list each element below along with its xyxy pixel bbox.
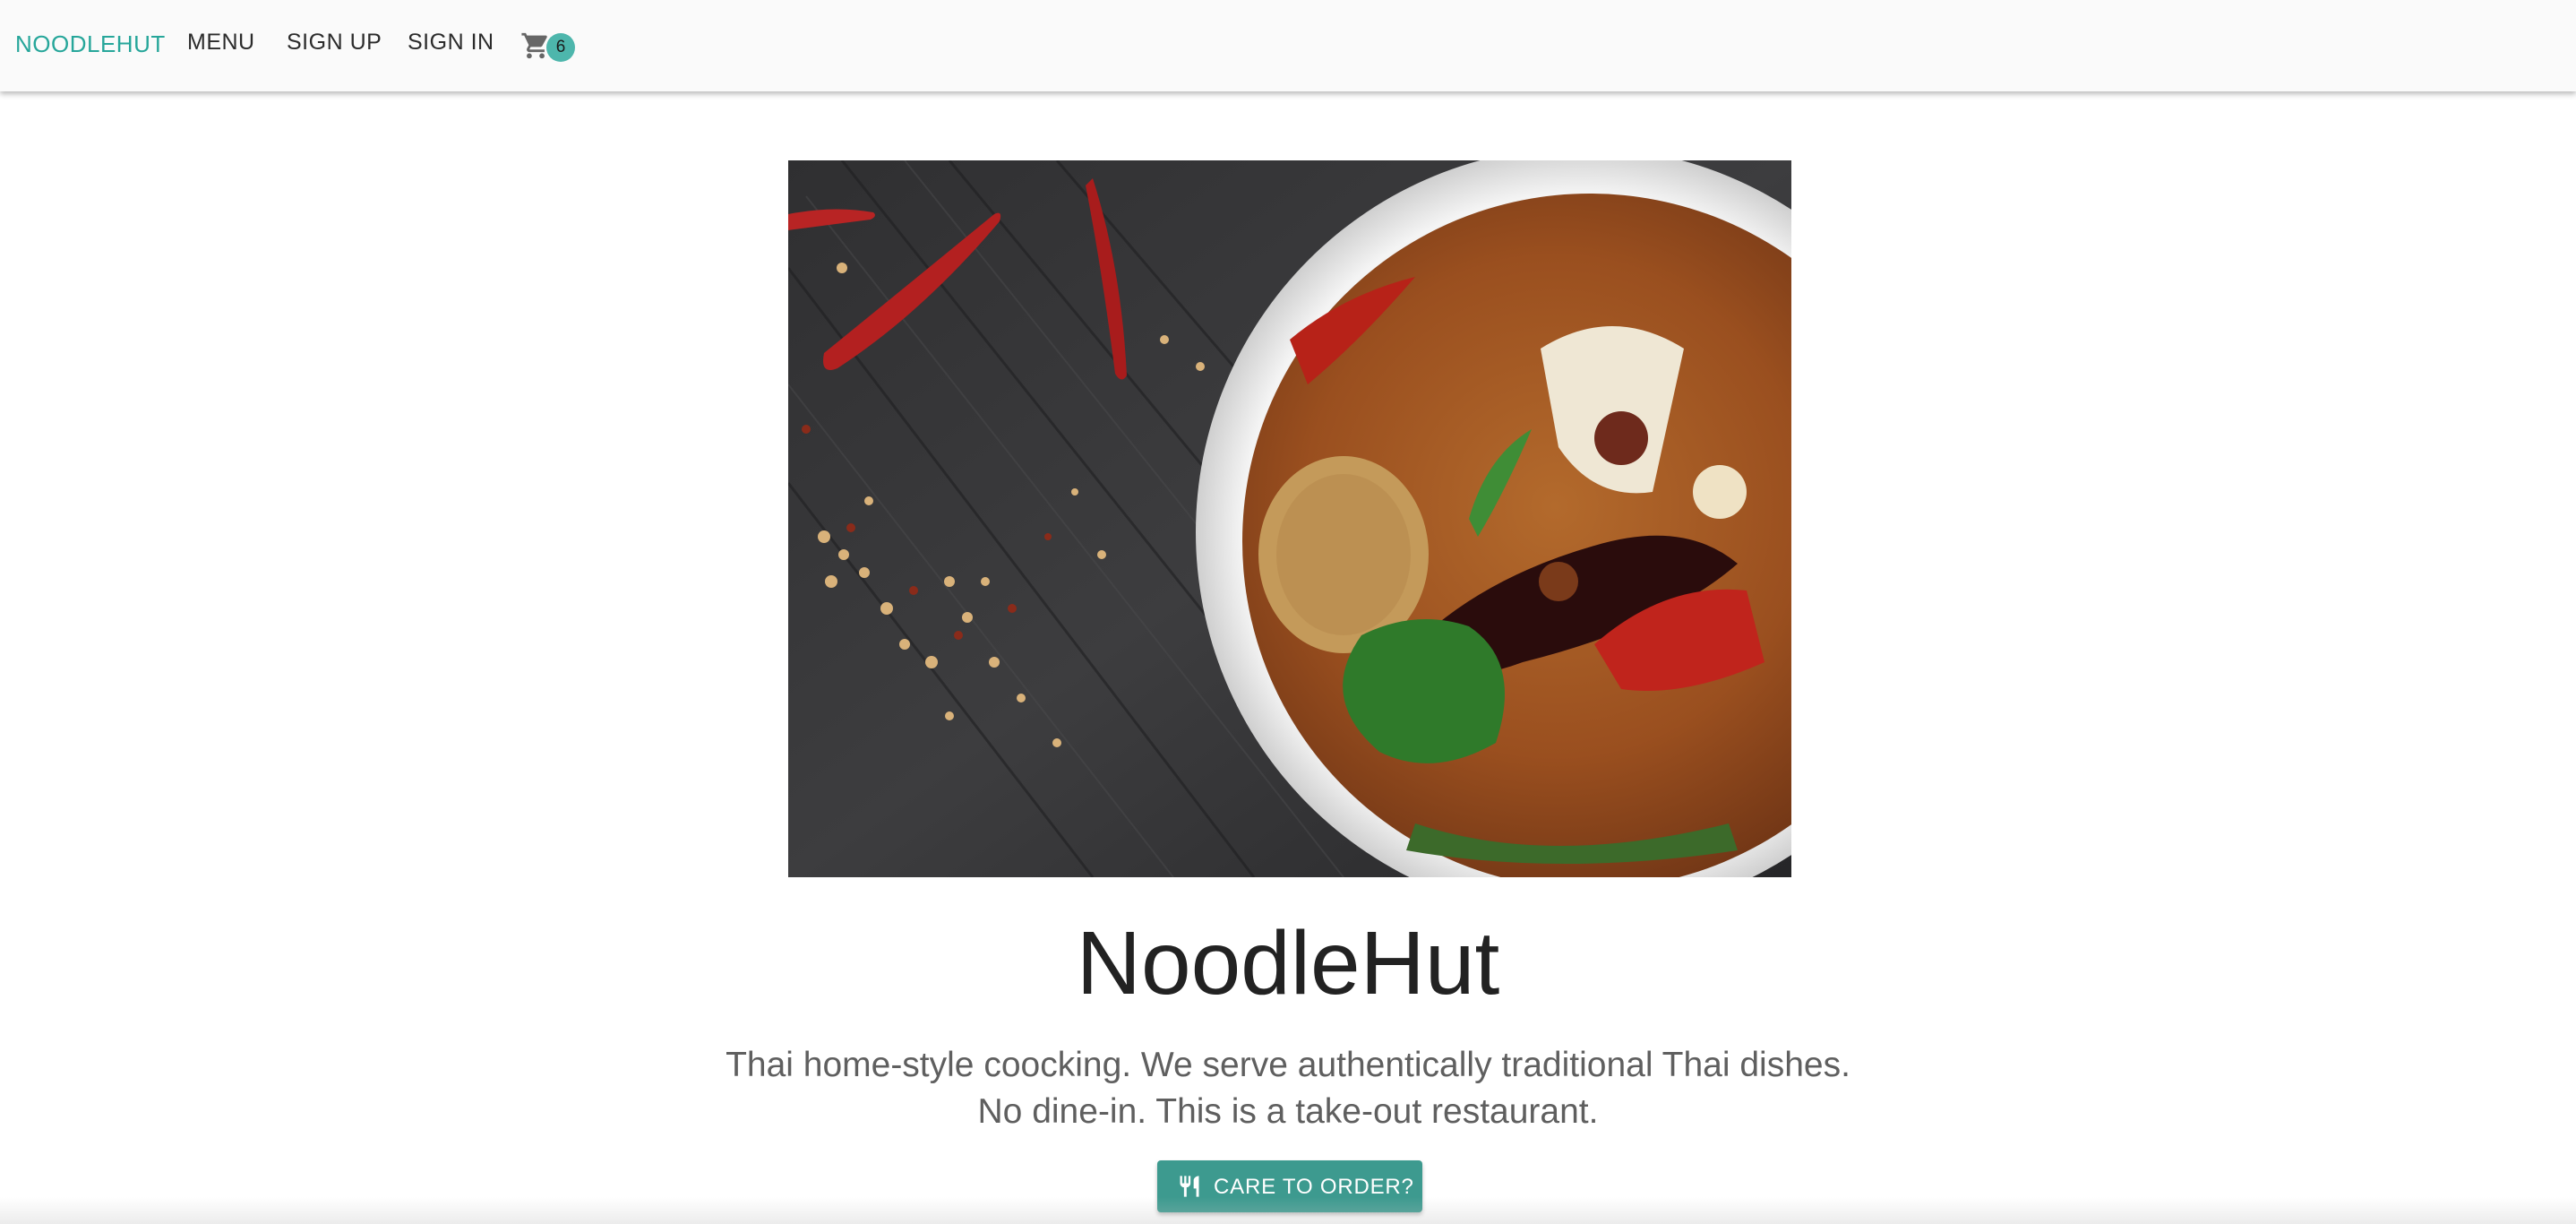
cart-count-badge: 6 — [546, 33, 575, 62]
nav-link-menu[interactable]: MENU — [187, 30, 255, 56]
tagline: Thai home-style coocking. We serve authe… — [0, 1042, 2576, 1135]
bottom-shadow — [0, 1197, 2576, 1224]
top-navbar: NOODLEHUT MENU SIGN UP SIGN IN 6 — [0, 0, 2576, 91]
care-to-order-label: CARE TO ORDER? — [1214, 1175, 1414, 1199]
nav-link-sign-up[interactable]: SIGN UP — [287, 30, 382, 56]
nav-link-sign-in[interactable]: SIGN IN — [408, 30, 494, 56]
tagline-line-2: No dine-in. This is a take-out restauran… — [977, 1092, 1599, 1131]
page-title: NoodleHut — [1076, 913, 1500, 1013]
cart-button[interactable]: 6 — [519, 27, 575, 65]
tagline-line-1: Thai home-style coocking. We serve authe… — [726, 1046, 1850, 1084]
hero-image — [788, 160, 1791, 877]
brand-logo-link[interactable]: NOODLEHUT — [15, 30, 166, 58]
thai-curry-bowl-photo — [788, 160, 1791, 877]
